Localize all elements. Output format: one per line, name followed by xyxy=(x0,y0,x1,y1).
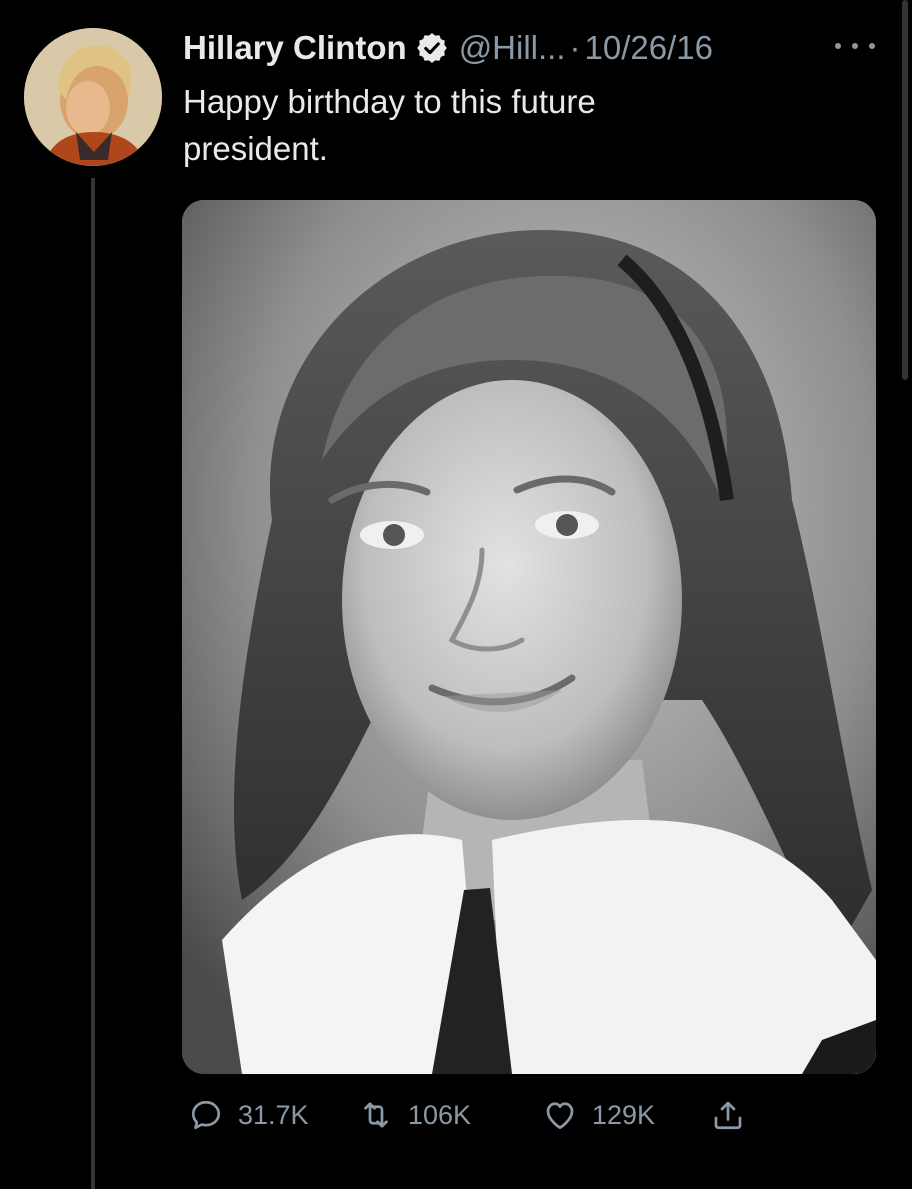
reply-button[interactable]: 31.7K xyxy=(188,1092,309,1138)
more-dot xyxy=(852,43,858,49)
reply-icon xyxy=(191,1100,221,1130)
black-and-white-portrait xyxy=(182,200,876,1074)
tweet: Hillary Clinton @Hill... · 10/26/16 Happ… xyxy=(0,0,912,1189)
tweet-date[interactable]: 10/26/16 xyxy=(585,29,713,67)
share-icon xyxy=(714,1101,742,1130)
retweet-icon xyxy=(364,1102,388,1128)
share-button[interactable] xyxy=(710,1092,760,1138)
like-count: 129K xyxy=(592,1099,656,1130)
tweet-text: Happy birthday to this future president. xyxy=(183,78,823,172)
more-options-icon[interactable] xyxy=(835,36,875,56)
retweet-count: 106K xyxy=(408,1099,472,1130)
author-handle[interactable]: @Hill... xyxy=(459,29,566,67)
tweet-photo[interactable] xyxy=(182,200,876,1074)
avatar[interactable] xyxy=(24,28,162,166)
thread-line xyxy=(91,178,95,1189)
more-dot xyxy=(869,43,875,49)
like-button[interactable]: 129K xyxy=(542,1092,655,1138)
more-dot xyxy=(835,43,841,49)
tweet-text-line: president. xyxy=(183,130,328,167)
tweet-actions: 31.7K 106K 129K xyxy=(182,1092,782,1138)
retweet-button[interactable]: 106K xyxy=(358,1092,471,1138)
author-name[interactable]: Hillary Clinton xyxy=(183,29,407,67)
avatar-image xyxy=(24,28,162,166)
separator-dot: · xyxy=(569,29,581,66)
tweet-header: Hillary Clinton @Hill... · 10/26/16 xyxy=(183,26,713,70)
reply-count: 31.7K xyxy=(238,1099,309,1130)
heart-icon xyxy=(546,1102,574,1130)
tweet-text-line: Happy birthday to this future xyxy=(183,83,596,120)
scrollbar[interactable] xyxy=(902,0,908,380)
verified-badge-icon xyxy=(416,33,447,63)
